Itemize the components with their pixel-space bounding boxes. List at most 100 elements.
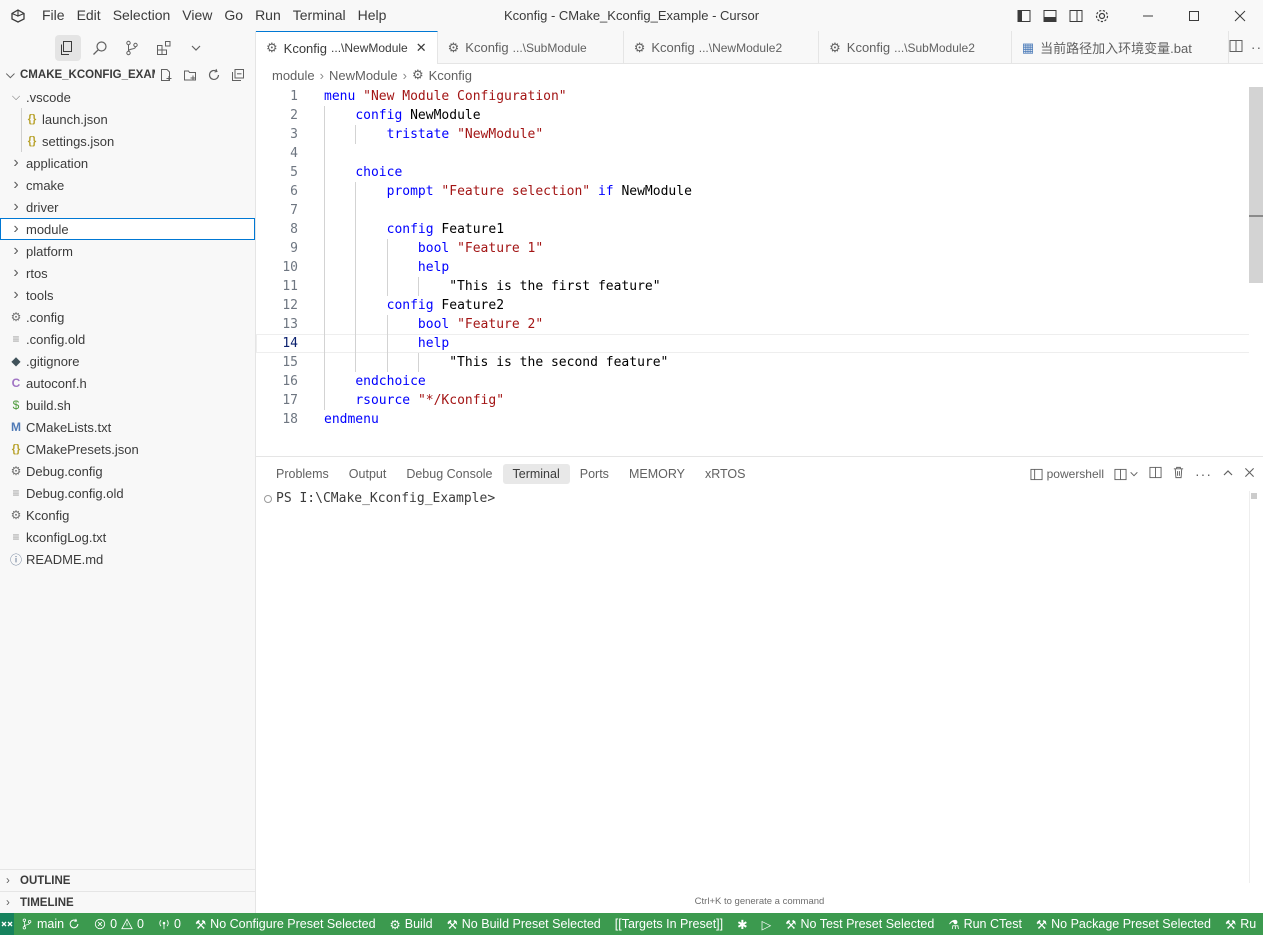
explorer-header[interactable]: ⌵ CMAKE_KCONFIG_EXAM... (0, 64, 255, 86)
terminal-scrollbar[interactable] (1249, 491, 1261, 883)
terminal-layout-icon[interactable] (1149, 466, 1162, 482)
source-control-icon[interactable] (119, 35, 145, 61)
toggle-primary-sidebar-icon[interactable] (1011, 0, 1037, 31)
tree-item-kconfig[interactable]: ⚙ Kconfig (0, 504, 255, 526)
tree-item-settings-json[interactable]: {} settings.json (0, 130, 255, 152)
remote-indicator-icon[interactable] (0, 913, 14, 935)
panel-tab-problems[interactable]: Problems (266, 464, 339, 484)
outline-section[interactable]: › OUTLINE (0, 869, 256, 891)
toggle-panel-icon[interactable] (1037, 0, 1063, 31)
settings-gear-icon[interactable] (1089, 0, 1115, 31)
close-icon[interactable]: ✕ (416, 40, 427, 56)
branch-status[interactable]: main (14, 917, 87, 931)
tree-item-driver[interactable]: › driver (0, 196, 255, 218)
editor-tab[interactable]: ▦ 当前路径加入环境变量.bat (1012, 31, 1229, 64)
line-number: 4 (290, 146, 298, 161)
tree-item-debug-config[interactable]: ⚙ Debug.config (0, 460, 255, 482)
status-item[interactable]: ⚙ Build (383, 917, 440, 932)
refresh-icon[interactable] (203, 65, 225, 85)
search-icon[interactable] (87, 35, 113, 61)
editor-scroll-thumb[interactable] (1249, 87, 1263, 283)
maximize-icon[interactable] (1171, 0, 1217, 31)
editor-tab[interactable]: ⚙ Kconfig ...\NewModule ✕ (256, 31, 438, 64)
editor-tab[interactable]: ⚙ Kconfig ...\SubModule2 (819, 31, 1012, 64)
chevron-down-icon[interactable] (183, 35, 209, 61)
status-item[interactable]: [[Targets In Preset]] (608, 917, 730, 931)
status-item[interactable]: ⚒ No Configure Preset Selected (188, 917, 383, 932)
more-actions-icon[interactable]: ··· (1195, 466, 1212, 482)
menu-run[interactable]: Run (249, 0, 287, 31)
tree-item-kconfiglog-txt[interactable]: ≡ kconfigLog.txt (0, 526, 255, 548)
tree-item-build-sh[interactable]: $ build.sh (0, 394, 255, 416)
panel-tab-terminal[interactable]: Terminal (502, 464, 570, 484)
ports-status[interactable]: 0 (151, 917, 188, 931)
status-item[interactable]: ⚒ Ru (1218, 917, 1263, 932)
editor-tab[interactable]: ⚙ Kconfig ...\SubModule (438, 31, 624, 64)
tree-item-cmakelists-txt[interactable]: M CMakeLists.txt (0, 416, 255, 438)
panel-tab-ports[interactable]: Ports (570, 464, 619, 484)
tree-item-debug-config-old[interactable]: ≡ Debug.config.old (0, 482, 255, 504)
split-editor-icon[interactable] (1229, 39, 1243, 56)
tree-item-readme-md[interactable]: ⓘ README.md (0, 548, 255, 570)
panel-tab-memory[interactable]: MEMORY (619, 464, 695, 484)
tree-item-config-old[interactable]: ≡ .config.old (0, 328, 255, 350)
editor-tab[interactable]: ⚙ Kconfig ...\NewModule2 (624, 31, 820, 64)
text-file-icon: ≡ (12, 486, 20, 500)
collapse-all-icon[interactable] (227, 65, 249, 85)
explorer-icon[interactable] (55, 34, 81, 61)
status-item[interactable]: ⚒ No Build Preset Selected (440, 917, 608, 932)
tree-item-vscode[interactable]: ⌵ .vscode (0, 86, 255, 108)
tree-item-cmake[interactable]: › cmake (0, 174, 255, 196)
panel-tab-xrtos[interactable]: xRTOS (695, 464, 756, 484)
close-window-icon[interactable] (1217, 0, 1263, 31)
toggle-secondary-sidebar-icon[interactable] (1063, 0, 1089, 31)
tree-item-rtos[interactable]: › rtos (0, 262, 255, 284)
terminal-shell-selector[interactable]: powershell (1030, 467, 1104, 481)
tree-item-tools[interactable]: › tools (0, 284, 255, 306)
menu-file[interactable]: File (36, 0, 71, 31)
tree-item-label: autoconf.h (26, 375, 87, 391)
split-terminal-icon[interactable] (1114, 468, 1139, 481)
tree-item-label: .vscode (26, 89, 71, 105)
editor-scrollbar[interactable] (1249, 87, 1263, 456)
more-actions-icon[interactable]: ··· (1251, 39, 1263, 55)
close-panel-icon[interactable] (1244, 467, 1255, 481)
status-item[interactable]: ⚒ No Package Preset Selected (1029, 917, 1218, 932)
tree-item-cmakepresets-json[interactable]: {} CMakePresets.json (0, 438, 255, 460)
menu-selection[interactable]: Selection (107, 0, 177, 31)
panel-tab-output[interactable]: Output (339, 464, 397, 484)
tree-item-config[interactable]: ⚙ .config (0, 306, 255, 328)
status-item[interactable]: ⚗ Run CTest (941, 917, 1029, 932)
new-file-icon[interactable] (155, 65, 177, 85)
tree-item-application[interactable]: › application (0, 152, 255, 174)
code-editor[interactable]: 1 menu "New Module Configuration" 2 config… (256, 87, 1251, 429)
breadcrumb-item[interactable]: Kconfig (429, 68, 472, 83)
breadcrumb-item[interactable]: module (272, 68, 315, 83)
menu-edit[interactable]: Edit (71, 0, 107, 31)
tree-item-autoconf-h[interactable]: Cautoconf.h (0, 372, 255, 394)
problems-status[interactable]: 0 0 (87, 917, 151, 931)
kill-terminal-icon[interactable] (1172, 466, 1185, 482)
timeline-section[interactable]: › TIMELINE (0, 891, 256, 913)
terminal[interactable]: PS I:\CMake_Kconfig_Example> (256, 491, 1263, 506)
status-item[interactable]: ▷ (755, 917, 779, 932)
sync-icon[interactable] (68, 918, 80, 930)
status-item[interactable]: ✱ (730, 917, 754, 932)
new-folder-icon[interactable] (179, 65, 201, 85)
maximize-panel-icon[interactable] (1222, 467, 1234, 482)
panel-tab-debug-console[interactable]: Debug Console (396, 464, 502, 484)
menu-view[interactable]: View (176, 0, 218, 31)
status-item[interactable]: ⚒ No Test Preset Selected (778, 917, 941, 932)
menu-help[interactable]: Help (352, 0, 393, 31)
menu-terminal[interactable]: Terminal (287, 0, 352, 31)
tree-item-launch-json[interactable]: {} launch.json (0, 108, 255, 130)
minimize-icon[interactable] (1125, 0, 1171, 31)
menu-go[interactable]: Go (218, 0, 249, 31)
extensions-icon[interactable] (151, 35, 177, 61)
breadcrumb-item[interactable]: NewModule (329, 68, 398, 83)
tree-item-module[interactable]: › module (0, 218, 255, 240)
tree-item-platform[interactable]: › platform (0, 240, 255, 262)
tree-item-gitignore[interactable]: ◆ .gitignore (0, 350, 255, 372)
